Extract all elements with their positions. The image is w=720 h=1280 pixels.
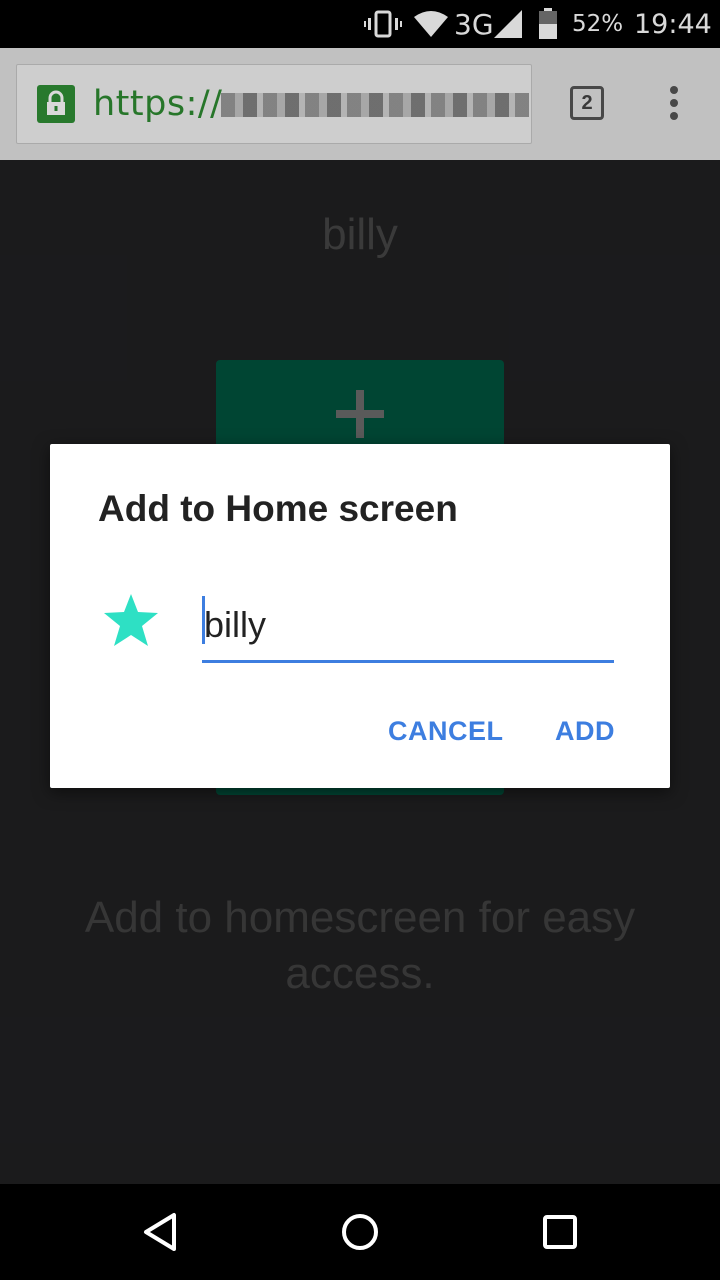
shortcut-name-input[interactable]: billy <box>202 594 614 663</box>
home-icon[interactable] <box>340 1212 380 1252</box>
add-button[interactable]: ADD <box>555 716 615 747</box>
shortcut-name-value: billy <box>204 604 267 645</box>
navigation-bar <box>0 1184 720 1280</box>
add-to-home-dialog: Add to Home screen billy CANCEL ADD <box>50 444 670 788</box>
dialog-title: Add to Home screen <box>98 488 458 529</box>
back-icon[interactable] <box>140 1212 180 1252</box>
recents-icon[interactable] <box>542 1212 578 1252</box>
cancel-button[interactable]: CANCEL <box>388 716 504 747</box>
star-icon <box>104 594 158 646</box>
